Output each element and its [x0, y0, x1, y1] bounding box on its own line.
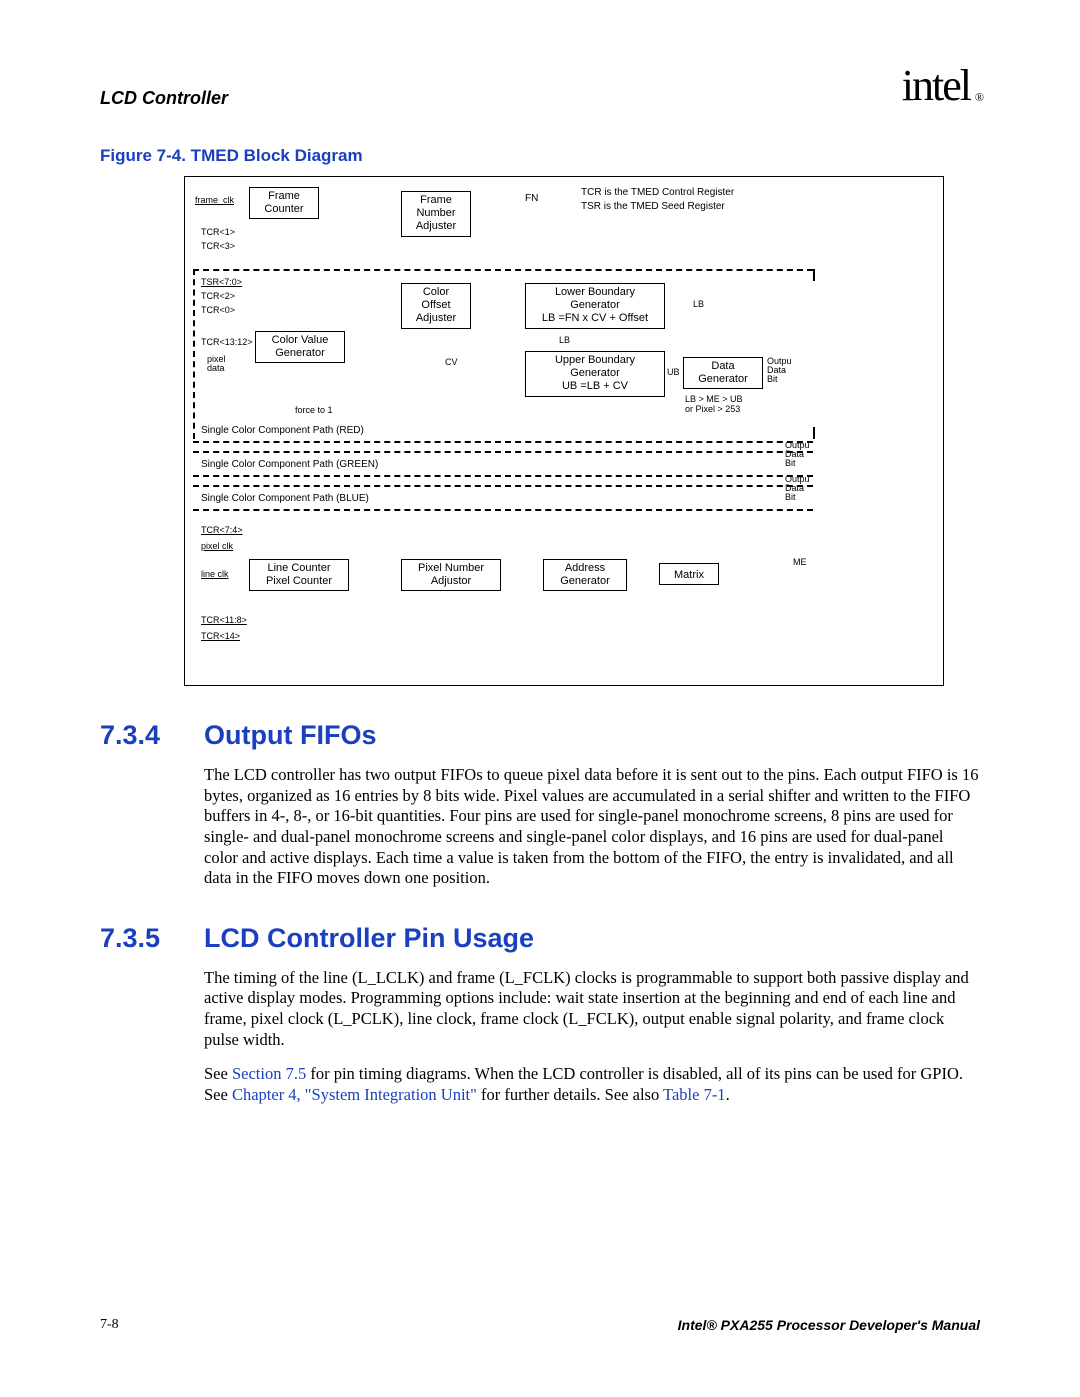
section-title-1: Output FIFOs — [204, 720, 376, 751]
label-tsr70: TSR<7:0> — [201, 277, 242, 287]
label-tcr118: TCR<11:8> — [201, 615, 247, 625]
label-force-to-1: force to 1 — [295, 405, 333, 415]
text-data-generator: Data Generator — [698, 360, 748, 385]
figure-caption: Figure 7-4. TMED Block Diagram — [100, 146, 980, 166]
text-address-generator: Address Generator — [560, 562, 610, 587]
block-color-offset-adjuster: Color Offset Adjuster — [401, 283, 471, 329]
registered-mark: ® — [975, 90, 982, 105]
section-title-2: LCD Controller Pin Usage — [204, 923, 534, 954]
label-output-data-bit-1: Outpu Data Bit — [767, 357, 792, 384]
label-tcr3: TCR<3> — [201, 241, 235, 251]
label-tcr-note2: TSR is the TMED Seed Register — [581, 201, 725, 212]
section-number-1: 7.3.4 — [100, 720, 184, 751]
text-matrix: Matrix — [674, 569, 704, 581]
text-frame-counter: Frame Counter — [264, 190, 303, 215]
label-line-clk: line clk — [201, 569, 229, 579]
label-tcr-note1: TCR is the TMED Control Register — [581, 187, 734, 198]
text-color-value-generator: Color Value Generator — [272, 334, 329, 359]
block-frame-number-adjuster: Frame Number Adjuster — [401, 191, 471, 237]
label-cv: CV — [445, 357, 458, 367]
label-output-data-bit-3: Outpu Data Bit — [785, 475, 810, 502]
label-output-data-bit-2: Outpu Data Bit — [785, 441, 810, 468]
label-tcr14: TCR<14> — [201, 631, 240, 641]
intel-logo-text: intel — [902, 61, 970, 110]
intel-logo: intel ® — [902, 60, 980, 111]
section-2-paragraph-2: See Section 7.5 for pin timing diagrams.… — [204, 1064, 980, 1105]
text-color-offset-adjuster: Color Offset Adjuster — [416, 286, 456, 324]
label-fn: FN — [525, 193, 538, 204]
section-2-paragraph-1: The timing of the line (L_LCLK) and fram… — [204, 968, 980, 1051]
label-red-path: Single Color Component Path (RED) — [201, 425, 364, 436]
label-tcr0: TCR<0> — [201, 305, 235, 315]
page-number: 7-8 — [100, 1317, 119, 1333]
block-frame-counter: Frame Counter — [249, 187, 319, 219]
block-line-pixel-counter: Line Counter Pixel Counter — [249, 559, 349, 591]
tmed-block-diagram: frame_clk Frame Counter Frame Number Adj… — [184, 176, 944, 686]
label-pixel-clk: pixel clk — [201, 541, 233, 551]
text-upper-boundary: Upper Boundary Generator UB =LB + CV — [555, 354, 635, 392]
text-frame-number-adjuster: Frame Number Adjuster — [416, 194, 456, 232]
link-chapter-4[interactable]: Chapter 4, "System Integration Unit" — [232, 1085, 477, 1104]
label-ub: UB — [667, 367, 680, 377]
text-pixel-number-adjustor: Pixel Number Adjustor — [418, 562, 484, 587]
text-line-pixel-counter: Line Counter Pixel Counter — [266, 562, 332, 587]
label-tcr1312: TCR<13:12> — [201, 337, 253, 347]
label-frame-clk: frame_clk — [195, 195, 234, 205]
link-section-7-5[interactable]: Section 7.5 — [232, 1064, 306, 1083]
block-data-generator: Data Generator — [683, 357, 763, 389]
p2-text-c: for further details. See also — [477, 1085, 663, 1104]
block-address-generator: Address Generator — [543, 559, 627, 591]
block-lower-boundary-generator: Lower Boundary Generator LB =FN x CV + O… — [525, 283, 665, 329]
label-green-path: Single Color Component Path (GREEN) — [201, 459, 378, 470]
link-table-7-1[interactable]: Table 7-1 — [663, 1085, 726, 1104]
label-me: ME — [793, 557, 807, 567]
section-number-2: 7.3.5 — [100, 923, 184, 954]
label-lb-out: LB — [693, 299, 704, 309]
label-tcr1: TCR<1> — [201, 227, 235, 237]
block-pixel-number-adjustor: Pixel Number Adjustor — [401, 559, 501, 591]
label-pixel-data: pixel data — [207, 355, 226, 373]
label-tcr2: TCR<2> — [201, 291, 235, 301]
label-lb-me-ub: LB > ME > UB or Pixel > 253 — [685, 395, 743, 415]
page-header-left: LCD Controller — [100, 60, 228, 109]
label-blue-path: Single Color Component Path (BLUE) — [201, 493, 369, 504]
label-tcr74: TCR<7:4> — [201, 525, 243, 535]
manual-title-footer: Intel® PXA255 Processor Developer's Manu… — [678, 1317, 980, 1333]
label-lb-in: LB — [559, 335, 570, 345]
section-1-paragraph: The LCD controller has two output FIFOs … — [204, 765, 980, 889]
block-upper-boundary-generator: Upper Boundary Generator UB =LB + CV — [525, 351, 665, 397]
block-color-value-generator: Color Value Generator — [255, 331, 345, 363]
p2-text-a: See — [204, 1064, 232, 1083]
text-lower-boundary: Lower Boundary Generator LB =FN x CV + O… — [542, 286, 648, 324]
block-matrix: Matrix — [659, 563, 719, 585]
p2-text-d: . — [726, 1085, 730, 1104]
